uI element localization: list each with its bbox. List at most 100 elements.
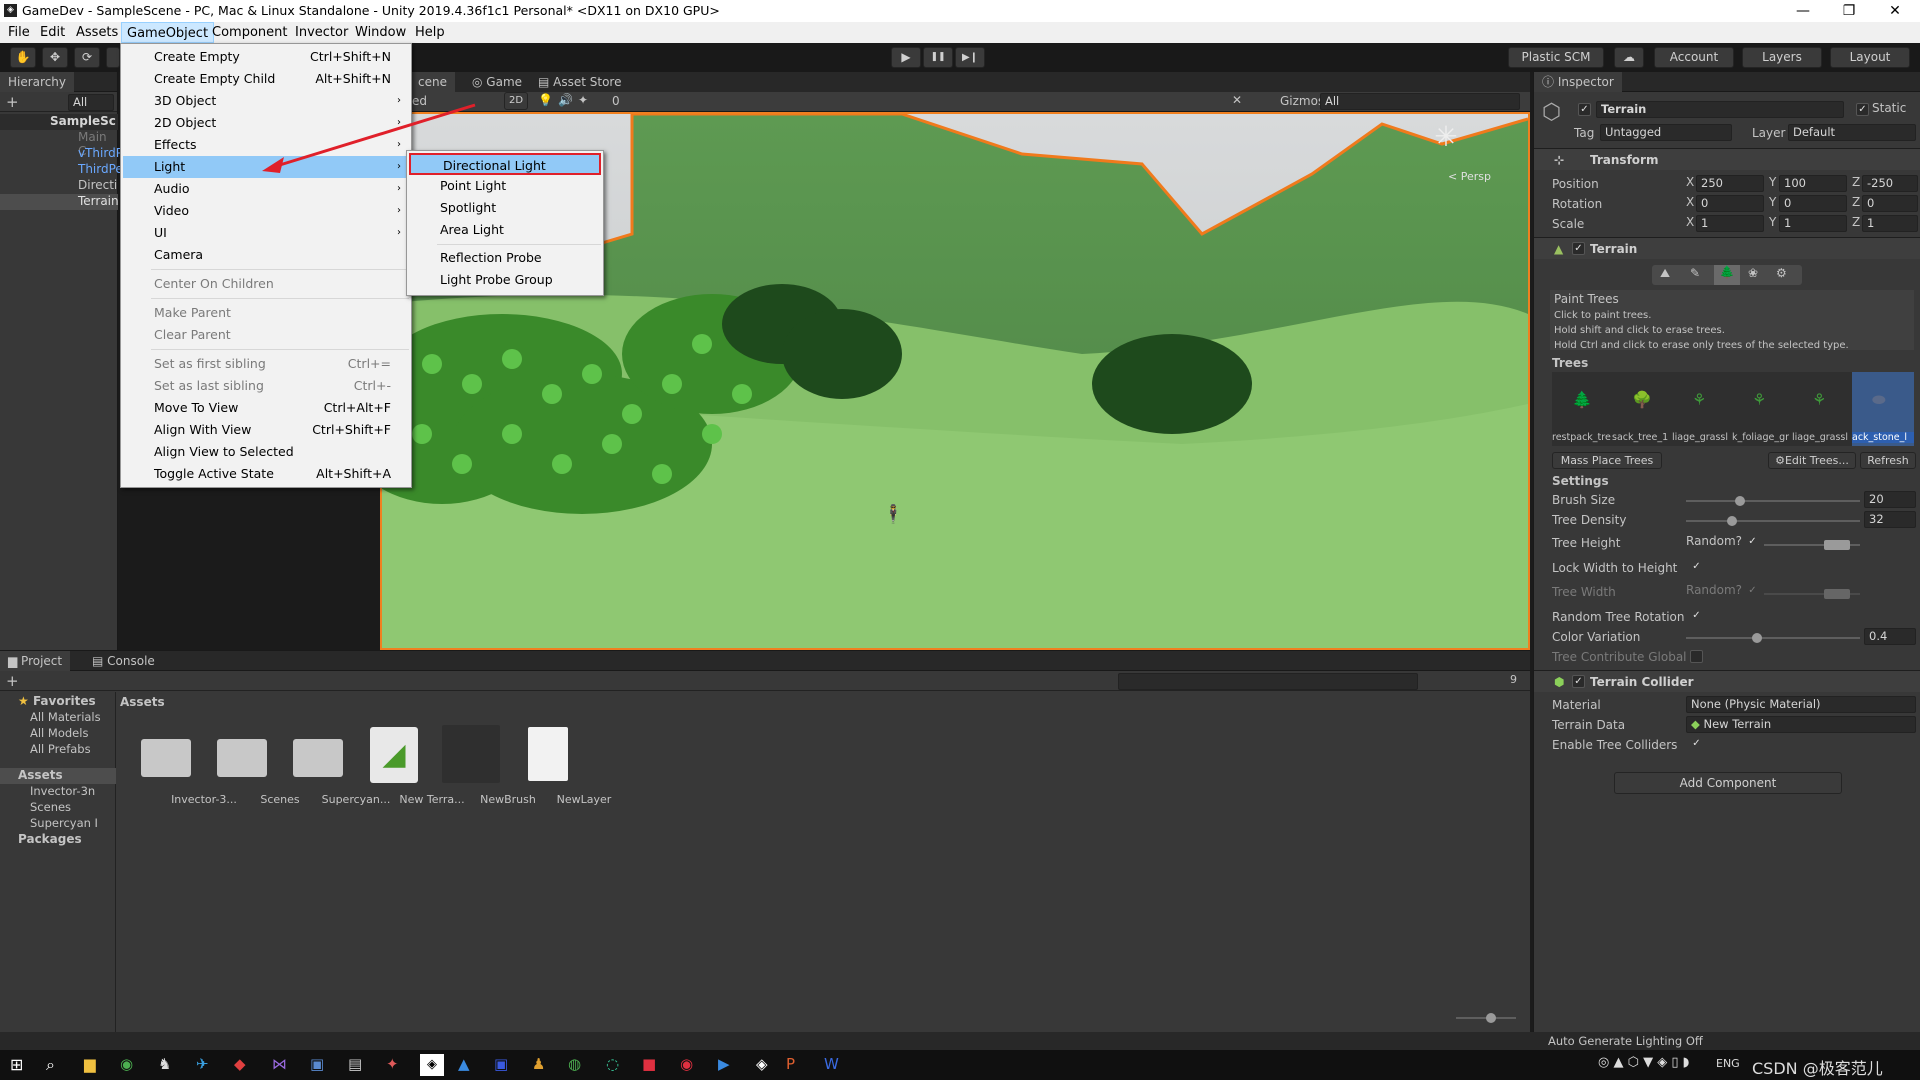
- menu-light-probe-group[interactable]: Light Probe Group: [409, 269, 601, 291]
- maximize-button[interactable]: ❐: [1826, 0, 1872, 22]
- color-variation-value[interactable]: 0.4: [1864, 628, 1916, 645]
- contribute-gi-checkbox[interactable]: [1690, 650, 1703, 663]
- layer-dropdown[interactable]: Default: [1788, 124, 1916, 141]
- menu-align-with-view[interactable]: Align With View Ctrl+Shift+F: [123, 419, 409, 441]
- tab-game[interactable]: ◎ Game: [464, 72, 530, 92]
- tray-icons[interactable]: ◎ ▲ ⬡ ▼ ◈ ▯ ◗: [1598, 1055, 1689, 1070]
- packages-folder[interactable]: Packages: [18, 832, 82, 846]
- menu-edit[interactable]: Edit: [35, 22, 70, 43]
- menu-spotlight[interactable]: Spotlight: [409, 197, 601, 219]
- static-dropdown[interactable]: Static: [1872, 101, 1906, 115]
- menu-invector[interactable]: Invector: [290, 22, 353, 43]
- tree-density-slider[interactable]: [1686, 516, 1860, 526]
- persp-label[interactable]: < Persp: [1448, 170, 1491, 183]
- asset-folder[interactable]: Supercyan I: [30, 816, 98, 830]
- hierarchy-item[interactable]: ThirdPe: [78, 162, 123, 176]
- position-z[interactable]: -250: [1862, 175, 1918, 192]
- brush-size-slider[interactable]: [1686, 496, 1860, 506]
- menu-file[interactable]: File: [3, 22, 35, 43]
- hierarchy-search[interactable]: All: [68, 94, 114, 111]
- menu-create-empty[interactable]: Create Empty Ctrl+Shift+N: [123, 46, 409, 68]
- menu-set-first-sibling[interactable]: Set as first sibling Ctrl+=: [123, 353, 409, 375]
- menu-clear-parent[interactable]: Clear Parent: [123, 324, 409, 346]
- menu-move-to-view[interactable]: Move To View Ctrl+Alt+F: [123, 397, 409, 419]
- menu-point-light[interactable]: Point Light: [409, 175, 601, 197]
- rotation-z[interactable]: 0: [1862, 195, 1918, 212]
- menu-ui[interactable]: UI ›: [123, 222, 409, 244]
- add-icon[interactable]: +: [6, 93, 19, 111]
- scale-x[interactable]: 1: [1696, 215, 1764, 232]
- rotate-tool-icon[interactable]: ⟳: [74, 47, 100, 68]
- menu-set-last-sibling[interactable]: Set as last sibling Ctrl+-: [123, 375, 409, 397]
- menu-center-on-children[interactable]: Center On Children: [123, 273, 409, 295]
- edit-trees-button[interactable]: ⚙Edit Trees...: [1768, 452, 1856, 469]
- hidden-count[interactable]: 9: [1510, 673, 1517, 686]
- app-icon[interactable]: ✦: [386, 1055, 399, 1073]
- app-icon[interactable]: ■: [642, 1055, 656, 1073]
- audio-icon[interactable]: 🔊: [558, 93, 573, 107]
- tab-project[interactable]: ▆ Project: [0, 651, 71, 671]
- tree-item[interactable]: 🌲 restpack_tre: [1552, 372, 1612, 446]
- paint-brush-icon[interactable]: ✎: [1690, 266, 1700, 280]
- menu-camera[interactable]: Camera: [123, 244, 409, 266]
- tree-height-range-slider[interactable]: [1764, 540, 1860, 550]
- menu-reflection-probe[interactable]: Reflection Probe: [409, 247, 601, 269]
- menu-help[interactable]: Help: [410, 22, 450, 43]
- windows-start-icon[interactable]: ⊞: [10, 1055, 23, 1074]
- terrain-enabled-checkbox[interactable]: ✓: [1572, 242, 1585, 255]
- fav-item[interactable]: All Models: [30, 726, 88, 740]
- slider-knob[interactable]: [1751, 633, 1762, 643]
- menu-component[interactable]: Component: [207, 22, 292, 43]
- gizmos-dropdown[interactable]: Gizmos: [1280, 94, 1324, 108]
- material-field[interactable]: None (Physic Material): [1686, 696, 1916, 713]
- fav-item[interactable]: All Materials: [30, 710, 101, 724]
- object-name-field[interactable]: Terrain: [1596, 101, 1844, 118]
- lighting-icon[interactable]: 💡: [538, 93, 553, 107]
- tools-icon[interactable]: ✕: [1232, 93, 1242, 107]
- tab-scene[interactable]: cene: [410, 72, 455, 92]
- photoshop-icon[interactable]: ▣: [494, 1055, 508, 1073]
- app-icon[interactable]: ◆: [234, 1055, 246, 1073]
- cloud-icon[interactable]: ☁: [1614, 47, 1644, 68]
- hierarchy-item-selected[interactable]: Terrain: [78, 194, 119, 208]
- chrome-icon[interactable]: ◉: [120, 1055, 133, 1073]
- menu-audio[interactable]: Audio ›: [123, 178, 409, 200]
- tab-inspector[interactable]: ⓘ Inspector: [1534, 72, 1622, 92]
- scale-z[interactable]: 1: [1862, 215, 1918, 232]
- refresh-button[interactable]: Refresh: [1860, 452, 1916, 469]
- assets-root[interactable]: Assets: [18, 768, 63, 782]
- position-x[interactable]: 250: [1696, 175, 1764, 192]
- wechat-icon[interactable]: ◍: [568, 1055, 581, 1073]
- static-checkbox[interactable]: ✓: [1856, 103, 1869, 116]
- scene-search[interactable]: All: [1320, 93, 1520, 110]
- account-dropdown[interactable]: Account: [1654, 47, 1734, 68]
- pause-button[interactable]: ❚❚: [923, 47, 953, 68]
- app-icon[interactable]: ▲: [458, 1055, 470, 1073]
- menu-window[interactable]: Window: [350, 22, 411, 43]
- hierarchy-item[interactable]: vThirdP: [78, 146, 123, 160]
- app-icon[interactable]: ▣: [310, 1055, 324, 1073]
- visual-studio-icon[interactable]: ⋈: [272, 1055, 287, 1073]
- tree-item[interactable]: ⚘ k_foliage_gr: [1732, 372, 1792, 446]
- project-search[interactable]: [1118, 673, 1418, 690]
- slider-knob[interactable]: [1727, 516, 1737, 526]
- zoom-slider[interactable]: [1456, 1013, 1516, 1023]
- color-variation-slider[interactable]: [1686, 633, 1860, 643]
- word-icon[interactable]: W: [824, 1055, 839, 1073]
- terrain-settings-icon[interactable]: ⚙: [1776, 266, 1787, 280]
- tree-item-selected[interactable]: ⬬ ack_stone_l: [1852, 372, 1914, 446]
- raise-terrain-icon[interactable]: ⛰: [1660, 266, 1670, 281]
- menu-toggle-active-state[interactable]: Toggle Active State Alt+Shift+A: [123, 463, 409, 485]
- app-icon[interactable]: ♞: [158, 1055, 171, 1073]
- tree-item[interactable]: ⚘ liage_grassl: [1672, 372, 1732, 446]
- terrain-collider-header[interactable]: ⬢ ✓ Terrain Collider: [1534, 670, 1920, 692]
- fav-item[interactable]: All Prefabs: [30, 742, 91, 756]
- tab-hierarchy[interactable]: Hierarchy: [0, 72, 75, 92]
- plastic-scm-button[interactable]: Plastic SCM: [1508, 47, 1604, 68]
- explorer-icon[interactable]: ▆: [84, 1055, 96, 1073]
- minimize-button[interactable]: —: [1780, 0, 1826, 22]
- menu-make-parent[interactable]: Make Parent: [123, 302, 409, 324]
- tab-asset-store[interactable]: ▤ Asset Store: [530, 72, 630, 92]
- random-width-checkbox[interactable]: ✓: [1746, 585, 1759, 598]
- mode-2d-button[interactable]: 2D: [504, 92, 528, 110]
